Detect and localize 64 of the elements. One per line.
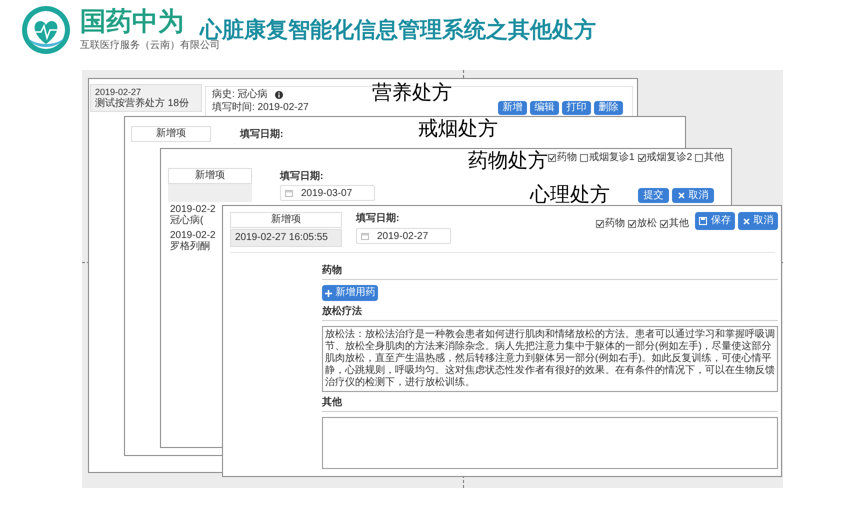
date-field[interactable]: 2019-03-07 [280, 185, 375, 201]
brand-name: 国药中为 [80, 8, 184, 34]
close-icon [742, 218, 750, 224]
checkbox-square[interactable] [695, 154, 704, 162]
checkbox[interactable]: 其他 [695, 153, 724, 163]
check-icon [638, 155, 645, 161]
history-text: 病史: 冠心病 [212, 90, 268, 100]
record-note: 罗格列酮 [170, 241, 210, 252]
date-label: 填写日期: [280, 172, 324, 182]
text-area[interactable]: 放松法：放松法治疗是一种教会患者如何进行肌肉和情绪放松的方法。患者可以通过学习和掌握呼吸调节、放松全身肌肉的方法来消除杂念。病人先把注意力集中于躯体的一部分(例如左手)，尽量使这部分肌肉放松，直至产生温热感，然后转移注意力到躯体另一部分(例如右手)。如此反复训练，可使心情平静，心跳规则，呼吸均匀。这对焦虑状态性发作者有很好的效果。在有条件的情况下，可以在生物反馈治疗仪的检测下，进行放松训练。 [322, 326, 778, 392]
list-header: 新增项 [168, 168, 252, 184]
plus-icon [324, 290, 332, 296]
heart-hands-logo-icon [20, 4, 72, 56]
check-icon [629, 221, 635, 227]
button[interactable]: 编辑 [530, 101, 559, 115]
checkbox-square[interactable] [580, 154, 588, 162]
calendar-icon [361, 232, 369, 240]
list-header: 新增项 [131, 126, 211, 142]
button[interactable]: 取消 [738, 212, 778, 230]
button[interactable]: 提交 [638, 188, 669, 203]
record-card[interactable]: 2019-02-27 测试按营养处方 18份 [90, 84, 202, 112]
date-label: 填写日期: [240, 130, 284, 140]
calendar-icon [285, 189, 293, 197]
close-icon [678, 192, 684, 199]
checkbox[interactable]: 放松 [628, 219, 657, 229]
checkbox[interactable]: 药物 [548, 153, 577, 163]
section-title: 放松疗法 [322, 307, 362, 317]
button[interactable]: 保存 [695, 212, 735, 230]
overlay-label: 营养处方 [372, 83, 452, 103]
button[interactable]: 打印 [562, 101, 591, 115]
button[interactable]: 取消 [672, 188, 714, 203]
overlay-label: 药物处方 [468, 151, 548, 171]
add-medication-button[interactable]: 新增用药 [322, 285, 378, 301]
checkbox[interactable]: 戒烟复诊1 [580, 153, 635, 163]
button[interactable]: 删除 [594, 101, 623, 115]
checkbox[interactable]: 戒烟复诊2 [638, 153, 692, 163]
section-title: 其他 [322, 398, 342, 408]
record-summary: 测试按营养处方 18份 [95, 98, 190, 110]
text-area[interactable] [322, 417, 778, 469]
date-field[interactable]: 2019-02-27 [356, 228, 451, 244]
overlay-label: 戒烟处方 [418, 119, 498, 139]
list-item[interactable]: 2019-02-27 16:05:55 [230, 229, 342, 247]
check-icon [549, 155, 555, 161]
info-icon [275, 91, 283, 99]
checkbox[interactable]: 其他 [660, 219, 689, 229]
record-date: 2019-02-2 [170, 204, 216, 215]
list-header: 新增项 [230, 212, 342, 228]
checkbox-square[interactable] [628, 220, 636, 228]
record-date: 2019-02-2 [170, 230, 216, 241]
company-name: 互联医疗服务（云南）有限公司 [80, 41, 220, 51]
section-title: 药物 [322, 266, 342, 276]
slide-title: 心脏康复智能化信息管理系统之其他处方 [200, 19, 596, 41]
checkbox-square[interactable] [660, 220, 668, 228]
overlay-label: 心理处方 [530, 185, 610, 205]
check-icon [661, 221, 667, 227]
checkbox-square[interactable] [596, 220, 604, 228]
button[interactable]: 新增 [498, 101, 527, 115]
fill-time-text: 填写时间: 2019-02-27 [212, 103, 309, 113]
checkbox-square[interactable] [548, 154, 556, 162]
checkbox[interactable]: 药物 [596, 219, 625, 229]
record-date: 2019-02-27 [95, 86, 142, 98]
date-label: 填写日期: [356, 214, 400, 224]
record-note: 冠心病( [170, 215, 204, 226]
check-icon [597, 221, 603, 227]
